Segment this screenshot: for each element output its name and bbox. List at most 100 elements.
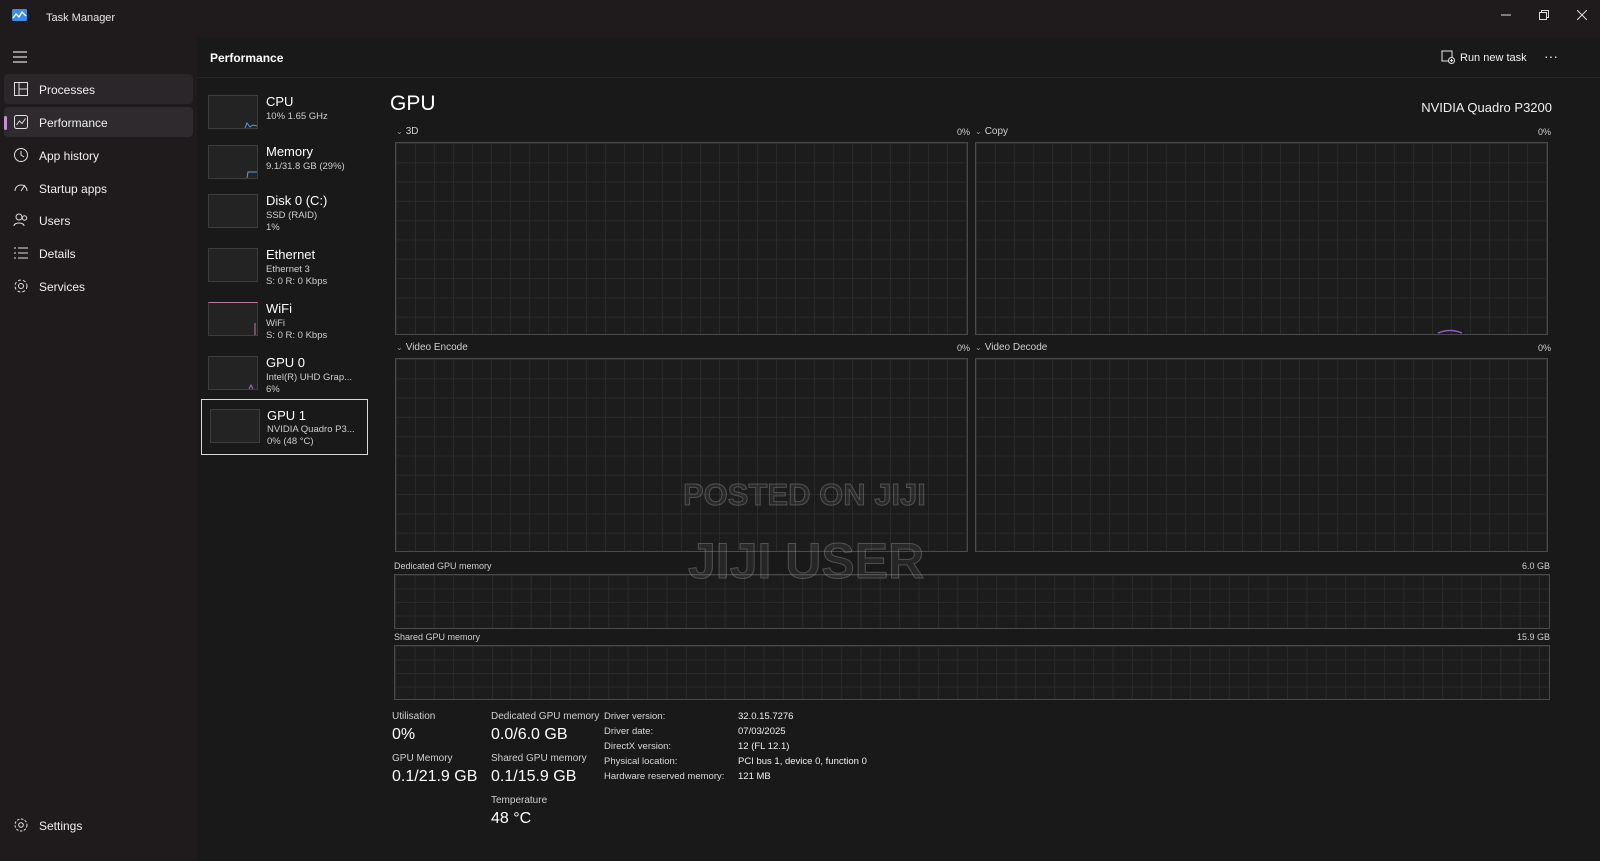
nav-item-services[interactable]: Services — [4, 271, 193, 301]
nav-item-app-history[interactable]: App history — [4, 140, 193, 170]
history-icon — [14, 148, 28, 162]
nav-item-startup-apps[interactable]: Startup apps — [4, 173, 193, 203]
startup-icon — [14, 184, 28, 192]
restore-button[interactable] — [1526, 4, 1562, 28]
title-bar: Task Manager — [0, 0, 1600, 38]
device-name: WiFi — [266, 301, 292, 316]
utilisation-value: 0% — [392, 726, 416, 743]
shared-memory-graph-label: Shared GPU memory — [394, 632, 481, 642]
run-task-icon — [1441, 50, 1455, 64]
device-detail: 9.1/31.8 GB (29%) — [266, 161, 345, 172]
device-name: Ethernet — [266, 247, 316, 262]
device-name: Memory — [266, 144, 313, 159]
device-name: Disk 0 (C:) — [266, 193, 328, 208]
device-detail: 1% — [266, 222, 280, 233]
nav-item-label: Performance — [39, 116, 108, 130]
engine-percent: 0% — [956, 343, 970, 353]
dedicated-memory-graph — [394, 574, 1550, 629]
nav-item-settings[interactable]: Settings — [4, 810, 193, 840]
physical-location-label: Physical location: — [604, 756, 678, 767]
gpu-model-name: NVIDIA Quadro P3200 — [1421, 100, 1552, 115]
main-content: Performance Run new task ··· CPU 10% 1.6… — [197, 38, 1600, 861]
task-manager-icon — [12, 9, 27, 21]
dedicated-memory-graph-label: Dedicated GPU memory — [394, 561, 492, 571]
device-name: GPU 0 — [266, 355, 306, 370]
device-item-wifi[interactable]: WiFi WiFi S: 0 R: 0 Kbps — [201, 295, 368, 351]
hardware-reserved-memory-value: 121 MB — [738, 771, 771, 782]
nav-item-users[interactable]: Users — [4, 205, 193, 235]
copy-usage-graph — [975, 142, 1548, 335]
gpu0-thumbnail-graph — [208, 356, 258, 390]
run-task-label: Run new task — [1460, 52, 1527, 64]
chevron-down-icon: ⌄ — [975, 127, 982, 136]
engine-percent: 0% — [956, 127, 970, 137]
watermark-user: JIJI USER — [687, 533, 925, 590]
restore-icon — [1539, 10, 1549, 20]
engine-selector-video-encode[interactable]: ⌄ Video Encode — [396, 342, 468, 353]
device-item-ethernet[interactable]: Ethernet Ethernet 3 S: 0 R: 0 Kbps — [201, 241, 368, 297]
temperature-label: Temperature — [491, 795, 548, 806]
watermark-posted-on: POSTED ON JIJI — [683, 477, 927, 513]
users-icon — [13, 213, 28, 227]
more-options-button[interactable]: ··· — [1539, 48, 1563, 68]
device-item-gpu-1[interactable]: GPU 1 NVIDIA Quadro P3... 0% (48 °C) — [201, 399, 368, 455]
nav-item-label: Services — [39, 280, 86, 294]
engine-percent: 0% — [1537, 343, 1551, 353]
page-title: Performance — [210, 51, 284, 65]
directx-version-label: DirectX version: — [604, 741, 672, 752]
driver-date-value: 07/03/2025 — [738, 726, 786, 737]
device-item-disk[interactable]: Disk 0 (C:) SSD (RAID) 1% — [201, 187, 368, 243]
driver-date-label: Driver date: — [604, 726, 654, 737]
services-icon — [14, 279, 28, 293]
driver-version-label: Driver version: — [604, 711, 666, 722]
engine-selector-video-decode[interactable]: ⌄ Video Decode — [975, 342, 1047, 353]
hamburger-menu-icon[interactable] — [12, 50, 28, 64]
nav-item-label: App history — [39, 149, 100, 163]
device-item-memory[interactable]: Memory 9.1/31.8 GB (29%) — [201, 138, 368, 194]
device-name: CPU — [266, 94, 294, 109]
device-detail: 6% — [266, 384, 280, 395]
device-detail: NVIDIA Quadro P3... — [267, 424, 355, 435]
hardware-reserved-memory-label: Hardware reserved memory: — [604, 771, 725, 782]
driver-version-value: 32.0.15.7276 — [738, 711, 794, 722]
minimize-button[interactable] — [1488, 4, 1524, 28]
chevron-down-icon: ⌄ — [975, 343, 982, 352]
dedicated-memory-max: 6.0 GB — [1521, 561, 1550, 571]
nav-item-performance[interactable]: Performance — [4, 107, 193, 137]
close-button[interactable] — [1564, 4, 1600, 28]
nav-item-details[interactable]: Details — [4, 238, 193, 268]
wifi-thumbnail-graph — [208, 302, 258, 336]
nav-item-label: Users — [39, 214, 71, 228]
nav-item-label: Settings — [39, 819, 83, 833]
navigation-pane: Processes Performance App history Startu… — [0, 38, 197, 861]
gpu-memory-label: GPU Memory — [392, 753, 453, 764]
window-title: Task Manager — [46, 12, 116, 24]
directx-version-value: 12 (FL 12.1) — [738, 741, 790, 752]
close-icon — [1576, 9, 1588, 21]
details-icon — [14, 247, 28, 259]
utilisation-label: Utilisation — [392, 711, 436, 722]
cpu-thumbnail-graph — [208, 95, 258, 129]
device-item-cpu[interactable]: CPU 10% 1.65 GHz — [201, 88, 368, 144]
minimize-icon — [1501, 14, 1511, 16]
engine-selector-copy[interactable]: ⌄ Copy — [975, 126, 1008, 137]
disk-thumbnail-graph — [208, 194, 258, 228]
nav-item-processes[interactable]: Processes — [4, 74, 193, 104]
device-item-gpu-0[interactable]: GPU 0 Intel(R) UHD Grap... 6% — [201, 349, 368, 405]
shared-memory-graph — [394, 645, 1550, 700]
3d-usage-graph — [395, 142, 968, 335]
nav-item-label: Details — [39, 247, 76, 261]
chevron-down-icon: ⌄ — [396, 127, 403, 136]
device-detail: Intel(R) UHD Grap... — [266, 372, 353, 383]
gpu-memory-value: 0.1/21.9 GB — [392, 768, 478, 785]
shared-memory-label: Shared GPU memory — [491, 753, 587, 764]
video-encode-usage-graph — [395, 358, 968, 552]
nav-item-label: Startup apps — [39, 182, 108, 196]
engine-selector-3d[interactable]: ⌄ 3D — [396, 126, 419, 137]
gpu-title: GPU — [390, 92, 436, 115]
device-name: GPU 1 — [267, 408, 307, 423]
gpu1-thumbnail-graph — [210, 409, 260, 443]
engine-percent: 0% — [1537, 127, 1551, 137]
device-detail: S: 0 R: 0 Kbps — [266, 276, 328, 287]
chevron-down-icon: ⌄ — [396, 343, 403, 352]
